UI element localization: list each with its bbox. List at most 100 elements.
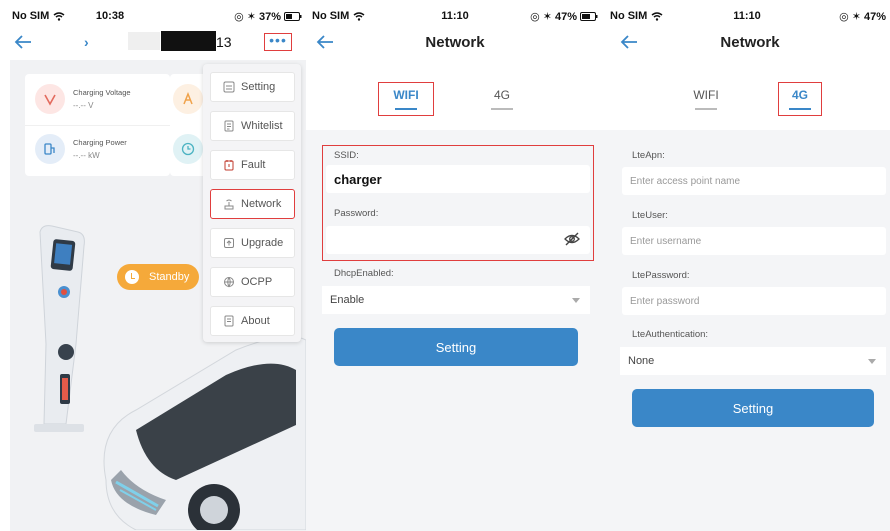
setting-icon	[223, 81, 235, 93]
redacted-area	[128, 32, 160, 50]
tab-4g[interactable]: 4G	[778, 82, 822, 116]
location-icon: ◎	[234, 11, 244, 23]
standby-label: Standby	[149, 271, 190, 283]
menu-item-label: Upgrade	[241, 237, 284, 249]
battery-percent: 37%	[258, 10, 281, 23]
power-icon	[35, 134, 65, 164]
menu-item-label: Network	[241, 198, 282, 210]
navbar: Network	[604, 30, 890, 56]
network-tabs: WIFI 4G	[604, 82, 890, 118]
redacted-device-id	[161, 31, 216, 51]
chevron-right-icon[interactable]: ›	[84, 34, 89, 50]
stat-label: Charging Voltage	[73, 88, 131, 97]
whitelist-icon	[223, 120, 235, 132]
user-label: LteUser:	[632, 210, 668, 221]
back-arrow-icon[interactable]	[12, 32, 34, 52]
bluetooth-icon: ✶	[542, 11, 552, 23]
tab-wifi[interactable]: WIFI	[678, 82, 734, 116]
auth-value: None	[628, 355, 655, 367]
status-bar: No SIM 11:10 ◎ ✶ 47%	[604, 0, 890, 30]
battery-icon	[580, 12, 598, 21]
tab-label: 4G	[791, 88, 808, 102]
dhcp-label: DhcpEnabled:	[334, 268, 394, 279]
stat-power: Charging Power --.-- kW	[35, 134, 127, 164]
password-label: LtePassword:	[632, 270, 690, 281]
caret-down-icon	[572, 298, 580, 303]
status-bar: No SIM 10:38 ◎ ✶ 37%	[0, 0, 306, 30]
current-icon	[173, 84, 203, 114]
menu-item-whitelist[interactable]: Whitelist	[210, 111, 295, 141]
stat-value: --.-- kW	[73, 151, 100, 160]
stat-voltage: Charging Voltage --.-- V	[35, 84, 131, 114]
network-wifi-screen: No SIM 11:10 ◎ ✶ 47% Network WIFI 4G SSI…	[306, 0, 604, 531]
menu-item-label: Whitelist	[241, 120, 283, 132]
divider	[25, 125, 170, 126]
menu-item-label: Fault	[241, 159, 266, 171]
bluetooth-icon: ✶	[851, 11, 861, 23]
tab-label: WIFI	[693, 88, 719, 102]
more-dots-icon: •••	[269, 32, 287, 48]
standby-status-badge: Standby	[117, 264, 199, 290]
tab-label: 4G	[493, 88, 510, 102]
caret-down-icon	[868, 359, 876, 364]
dhcp-value: Enable	[330, 294, 365, 306]
auth-select[interactable]: None	[620, 347, 886, 375]
stat-label: Charging Power	[73, 138, 127, 147]
car-illustration	[103, 336, 306, 530]
password-label: Password:	[334, 208, 379, 219]
password-input[interactable]	[326, 226, 590, 254]
tab-label: WIFI	[393, 88, 419, 102]
tab-underline	[491, 108, 513, 110]
stat-value: --.-- V	[73, 101, 94, 110]
ssid-label: SSID:	[334, 150, 359, 161]
network-icon	[223, 198, 235, 210]
eye-off-icon[interactable]	[564, 232, 580, 249]
upgrade-icon	[223, 237, 235, 249]
setting-button[interactable]: Setting	[632, 389, 874, 427]
status-bar: No SIM 11:10 ◎ ✶ 47%	[306, 0, 604, 30]
ocpp-icon	[223, 276, 235, 288]
standby-check-icon	[125, 270, 139, 284]
tab-underline	[395, 108, 417, 110]
auth-label: LteAuthentication:	[632, 329, 709, 340]
options-dropdown-menu: Setting Whitelist Fault Network Upgrade …	[203, 64, 301, 342]
setting-button[interactable]: Setting	[334, 328, 578, 366]
menu-item-label: Setting	[241, 81, 276, 93]
battery-percent: 47%	[554, 10, 577, 23]
menu-item-about[interactable]: About	[210, 306, 295, 336]
charger-pillar-illustration	[34, 225, 85, 432]
battery-percent: 47%	[863, 10, 886, 23]
password-input[interactable]: Enter password	[622, 287, 886, 315]
menu-item-setting[interactable]: Setting	[210, 72, 295, 102]
menu-item-ocpp[interactable]: OCPP	[210, 267, 295, 297]
apn-input[interactable]: Enter access point name	[622, 167, 886, 195]
ssid-input[interactable]: charger	[326, 165, 590, 193]
tab-underline	[695, 108, 717, 110]
location-icon: ◎	[839, 11, 849, 23]
tab-wifi[interactable]: WIFI	[378, 82, 434, 116]
device-id-suffix: 13	[216, 34, 232, 50]
menu-item-label: OCPP	[241, 276, 273, 288]
page-title: Network	[720, 34, 780, 51]
stats-card: Charging Voltage --.-- V Charging Power …	[25, 74, 170, 176]
more-menu-button[interactable]: •••	[264, 33, 292, 51]
battery-icon	[284, 12, 302, 21]
bluetooth-icon: ✶	[246, 11, 256, 23]
voltage-icon	[35, 84, 65, 114]
navbar: Network	[306, 30, 604, 56]
apn-label: LteApn:	[632, 150, 665, 161]
tab-4g[interactable]: 4G	[474, 82, 530, 116]
network-tabs: WIFI 4G	[306, 82, 604, 118]
charger-home-screen: No SIM 10:38 ◎ ✶ 37% › 13 ••• Charging V…	[0, 0, 306, 531]
fault-icon	[223, 159, 235, 171]
menu-item-label: About	[241, 315, 270, 327]
dhcp-select[interactable]: Enable	[322, 286, 590, 314]
menu-item-fault[interactable]: Fault	[210, 150, 295, 180]
location-icon: ◎	[530, 11, 540, 23]
clock-icon	[173, 134, 203, 164]
tab-underline	[789, 108, 811, 110]
menu-item-network[interactable]: Network	[210, 189, 295, 219]
menu-item-upgrade[interactable]: Upgrade	[210, 228, 295, 258]
network-4g-screen: No SIM 11:10 ◎ ✶ 47% Network WIFI 4G Lte…	[604, 0, 890, 531]
user-input[interactable]: Enter username	[622, 227, 886, 255]
